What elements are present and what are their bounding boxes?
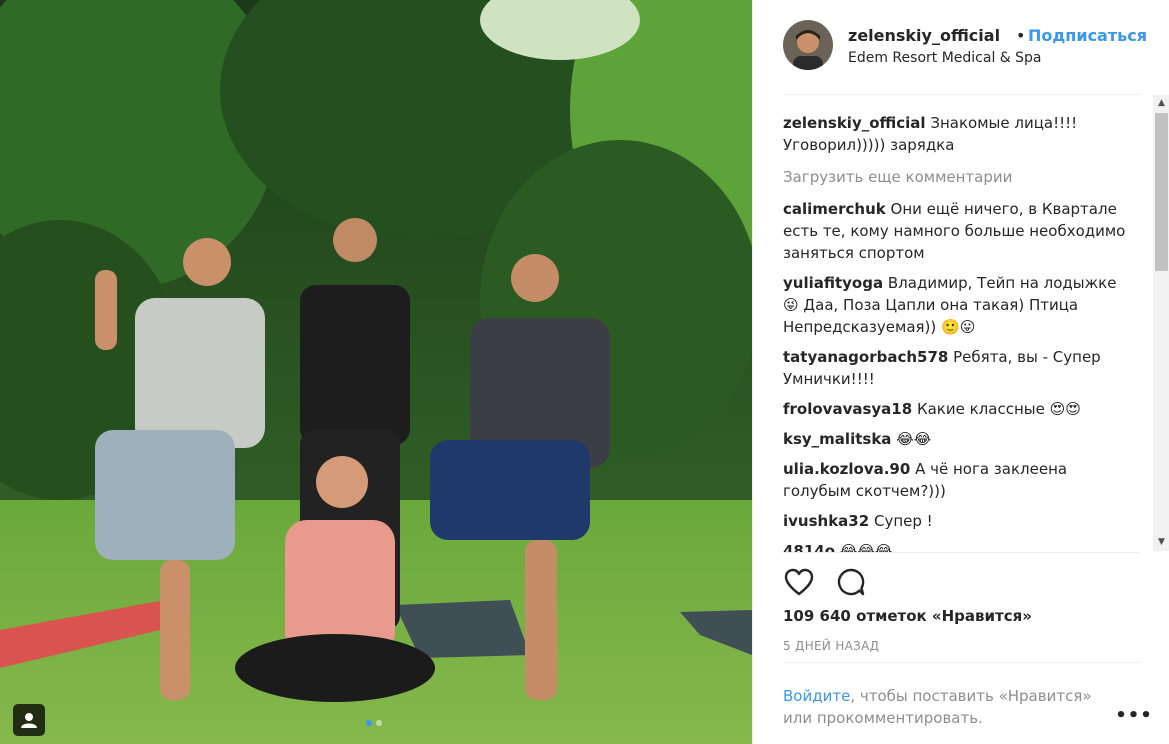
list-item: frolovavasya18 Какие классные 😍😍 bbox=[783, 398, 1135, 420]
post-image bbox=[0, 0, 752, 744]
follow-button[interactable]: Подписаться bbox=[1028, 26, 1147, 45]
heart-icon[interactable] bbox=[783, 566, 815, 598]
scrollbar-thumb[interactable] bbox=[1155, 113, 1168, 271]
divider bbox=[783, 662, 1140, 663]
comment-user[interactable]: tatyanagorbach578 bbox=[783, 348, 948, 366]
list-item: 4814o 😂😂😂 bbox=[783, 540, 1135, 552]
separator-dot: • bbox=[1016, 26, 1026, 45]
more-options-icon[interactable]: ••• bbox=[1115, 704, 1152, 726]
post-sidebar: zelenskiy_official • Подписаться Edem Re… bbox=[752, 0, 1169, 744]
comment-text: Какие классные 😍😍 bbox=[916, 400, 1081, 418]
post-header: zelenskiy_official • Подписаться Edem Re… bbox=[783, 20, 1147, 72]
login-link[interactable]: Войдите bbox=[783, 687, 850, 705]
location-link[interactable]: Edem Resort Medical & Spa bbox=[848, 50, 1042, 66]
carousel-dot-active[interactable] bbox=[366, 720, 372, 726]
avatar[interactable] bbox=[783, 20, 833, 70]
carousel-dot[interactable] bbox=[376, 720, 382, 726]
comment-user[interactable]: yuliafityoga bbox=[783, 274, 883, 292]
scroll-up-icon[interactable]: ▲ bbox=[1153, 95, 1169, 112]
load-more-comments-button[interactable]: Загрузить еще комментарии bbox=[783, 166, 1135, 188]
post-date[interactable]: 5 ДНЕЙ НАЗАД bbox=[783, 639, 879, 653]
comment-user[interactable]: ksy_malitska bbox=[783, 430, 891, 448]
list-item: tatyanagorbach578 Ребята, вы - Супер Умн… bbox=[783, 346, 1135, 390]
comment-user[interactable]: ivushka32 bbox=[783, 512, 869, 530]
divider bbox=[783, 94, 1140, 95]
list-item: ksy_malitska 😂😂 bbox=[783, 428, 1135, 450]
list-item: ulia.kozlova.90 А чё нога заклеена голуб… bbox=[783, 458, 1135, 502]
divider bbox=[783, 552, 1140, 553]
post-actions bbox=[783, 566, 867, 598]
likes-count[interactable]: 109 640 отметок «Нравится» bbox=[783, 607, 1032, 625]
comment-text: 😂😂 bbox=[896, 430, 932, 448]
comment-user[interactable]: 4814o bbox=[783, 542, 835, 552]
comments-list: zelenskiy_official Знакомые лица!!!! Уго… bbox=[783, 112, 1135, 552]
comment-user[interactable]: calimerchuk bbox=[783, 200, 886, 218]
comment-icon[interactable] bbox=[835, 566, 867, 598]
scroll-down-icon[interactable]: ▼ bbox=[1153, 534, 1169, 551]
list-item: ivushka32 Супер ! bbox=[783, 510, 1135, 532]
comment-text: Супер ! bbox=[873, 512, 933, 530]
comment-user[interactable]: zelenskiy_official bbox=[783, 114, 926, 132]
list-item: yuliafityoga Владимир, Тейп на лодыжке 😜… bbox=[783, 272, 1135, 338]
person-tag-icon[interactable] bbox=[13, 704, 45, 736]
caption: zelenskiy_official Знакомые лица!!!! Уго… bbox=[783, 112, 1135, 156]
comments-scrollbar[interactable]: ▲ ▼ bbox=[1153, 95, 1169, 551]
login-prompt: Войдите, чтобы поставить «Нравится» или … bbox=[783, 685, 1113, 729]
list-item: calimerchuk Они ещё ничего, в Квартале е… bbox=[783, 198, 1135, 264]
comment-user[interactable]: frolovavasya18 bbox=[783, 400, 912, 418]
comment-user[interactable]: ulia.kozlova.90 bbox=[783, 460, 910, 478]
post-photo[interactable] bbox=[0, 0, 752, 744]
carousel-dots bbox=[366, 720, 382, 726]
comment-text: 😂😂😂 bbox=[839, 542, 893, 552]
post-username[interactable]: zelenskiy_official bbox=[848, 26, 1000, 45]
